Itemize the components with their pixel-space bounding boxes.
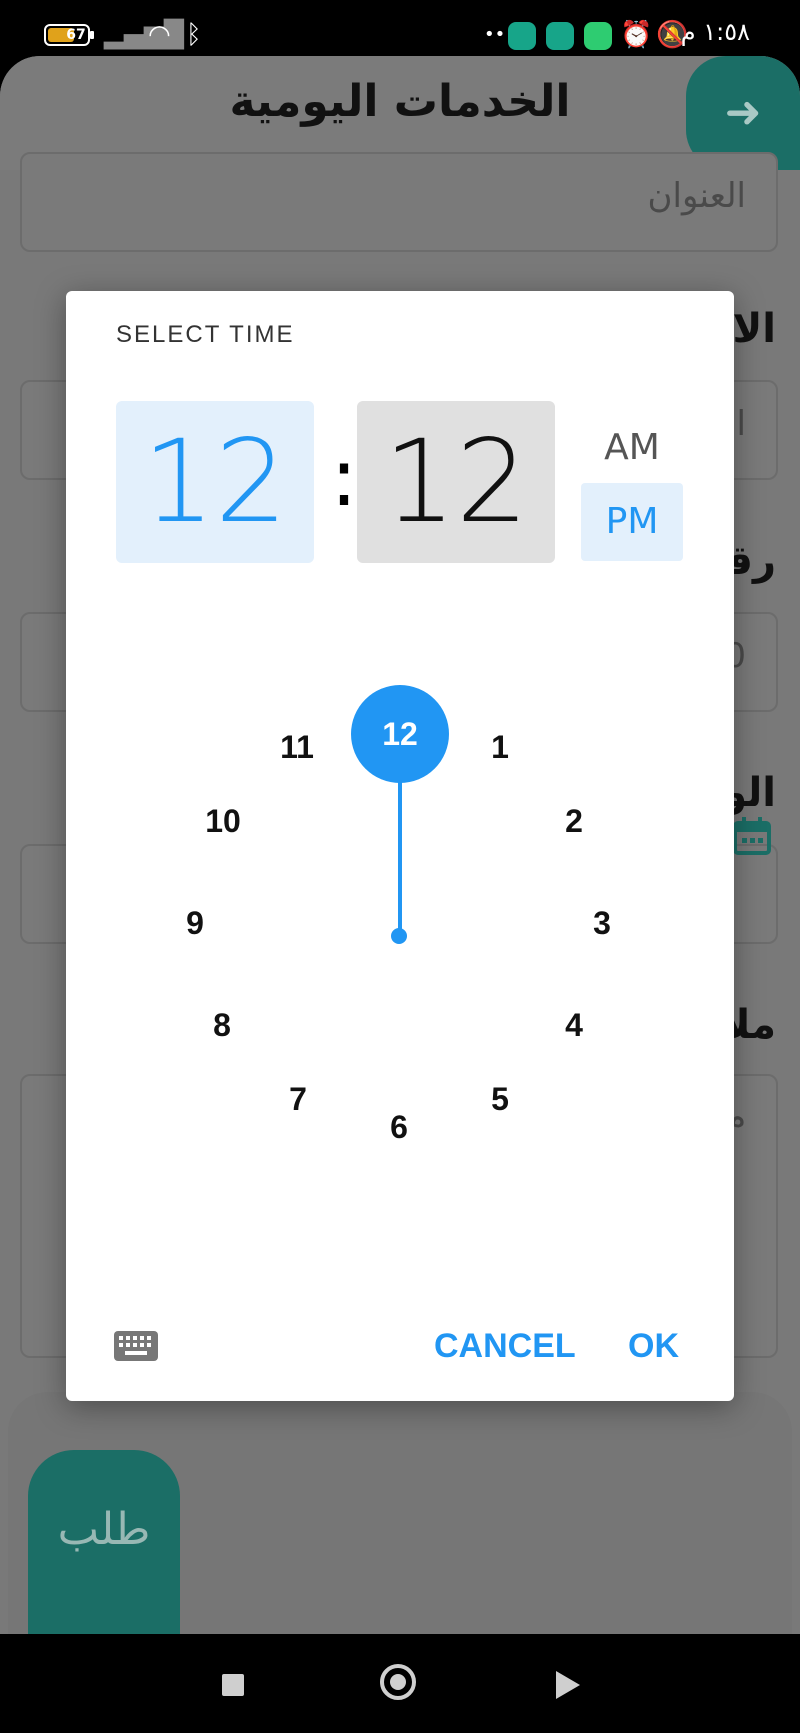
arrow-right-icon: ➜ [724,87,762,138]
battery-icon: 67 [44,24,94,46]
clock-number-9[interactable]: 9 [165,903,225,943]
address-field[interactable]: العنوان [20,152,778,252]
clock-number-2[interactable]: 2 [544,801,604,841]
field-label: الا [732,306,777,352]
clock-number-7[interactable]: 7 [268,1079,328,1119]
submit-button[interactable]: طلب [28,1450,180,1634]
time-picker-dialog: SELECT TIME 12 : 12 AM PM 12 1 2 3 4 5 6… [66,291,734,1401]
app-notification-icon [546,22,574,50]
alarm-icon: ⏰ [620,20,653,50]
cell-signal-icon: ▂▄▆█ [104,20,184,50]
dialog-title: SELECT TIME [116,321,295,348]
address-placeholder: العنوان [647,176,746,216]
clock-number-11[interactable]: 11 [267,727,327,767]
clock-number-12-selected[interactable]: 12 [351,685,449,783]
home-icon[interactable] [380,1664,416,1700]
back-nav-icon[interactable] [556,1671,580,1699]
bluetooth-icon: ᛒ [186,20,202,50]
clock-hand [398,763,402,935]
cancel-button[interactable]: CANCEL [428,1321,582,1371]
minute-display[interactable]: 12 [357,401,555,563]
system-nav-bar [0,1634,800,1733]
recents-icon[interactable] [222,1674,244,1696]
clock-center-dot [391,928,407,944]
clock-number-10[interactable]: 10 [193,801,253,841]
clock-number-4[interactable]: 4 [544,1005,604,1045]
ok-button[interactable]: OK [622,1321,685,1371]
app-notification-icon [508,22,536,50]
am-toggle[interactable]: AM [581,411,683,485]
wifi-icon: ◠ [148,20,171,50]
clock-time: ١:٥٨ م [680,18,750,46]
more-dots-icon: •• [484,24,506,45]
app-notification-icon [584,22,612,50]
calendar-icon[interactable] [732,816,772,856]
hour-display[interactable]: 12 [116,401,314,563]
clock-number-6[interactable]: 6 [369,1107,429,1147]
clock-number-1[interactable]: 1 [470,727,530,767]
pm-toggle[interactable]: PM [581,483,683,561]
keyboard-icon[interactable] [114,1331,158,1361]
clock-number-5[interactable]: 5 [470,1079,530,1119]
clock-number-3[interactable]: 3 [572,903,632,943]
clock-face[interactable]: 12 1 2 3 4 5 6 7 8 9 10 11 [66,641,734,1145]
page-title: الخدمات اليومية [229,76,571,127]
clock-number-8[interactable]: 8 [192,1005,252,1045]
